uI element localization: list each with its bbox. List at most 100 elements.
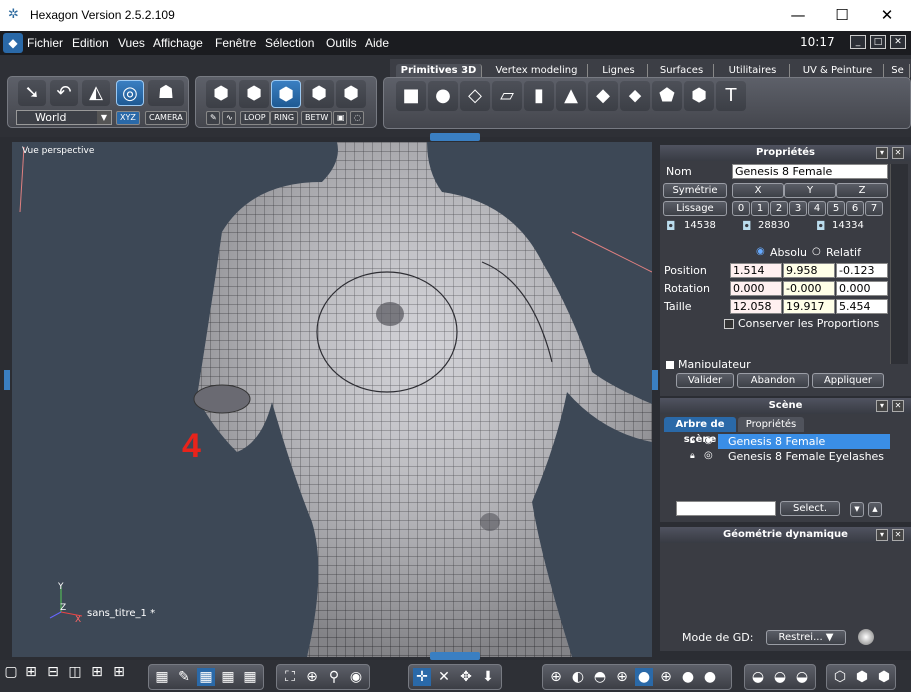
smooth-shade-icon[interactable]: ●	[635, 668, 653, 686]
menu-fenetre[interactable]: Fenêtre	[215, 36, 256, 50]
rotation-x[interactable]: 0.000	[730, 281, 782, 296]
auto-mode-icon[interactable]: ⬢	[336, 80, 366, 108]
tab-primitives-3d[interactable]: Primitives 3D	[396, 64, 482, 78]
layout-quad-icon[interactable]: ⊞	[22, 663, 40, 681]
flat-shade-icon[interactable]: ◓	[591, 668, 609, 686]
layout-split-h-icon[interactable]: ⊟	[44, 663, 62, 681]
zoom-icon[interactable]: ⚲	[325, 668, 343, 686]
layout-single-icon[interactable]: ▢	[2, 663, 20, 681]
lasso-select-icon[interactable]: ↶	[50, 80, 78, 106]
layout-three-icon[interactable]: ⊞	[88, 663, 106, 681]
scene-collapse-icon[interactable]: ▾	[876, 400, 888, 412]
position-z[interactable]: -0.123	[836, 263, 888, 278]
cylinder-primitive-icon[interactable]: ▮	[524, 81, 554, 111]
close-button[interactable]: ✕	[864, 0, 910, 31]
paint-select-icon[interactable]: ◭	[82, 80, 110, 106]
ring-button[interactable]: RING	[270, 111, 299, 125]
cube-logo-icon[interactable]: ◆	[3, 33, 23, 53]
dyngeo-collapse-icon[interactable]: ▾	[876, 529, 888, 541]
position-x[interactable]: 1.514	[730, 263, 782, 278]
level-5-button[interactable]: 5	[827, 201, 845, 216]
grid-color-icon[interactable]: ▦	[241, 668, 259, 686]
icosahedron-primitive-icon[interactable]: ⬢	[684, 81, 714, 111]
rotation-z[interactable]: 0.000	[836, 281, 888, 296]
layout-split-v-icon[interactable]: ◫	[66, 663, 84, 681]
wire-select-icon[interactable]: ∿	[222, 111, 236, 125]
level-7-button[interactable]: 7	[865, 201, 883, 216]
sym-z-button[interactable]: Z	[836, 183, 888, 198]
wire-sphere-icon[interactable]: ⊕	[547, 668, 565, 686]
scene-close-icon[interactable]: ✕	[892, 400, 904, 412]
tab-scene-properties[interactable]: Propriétés	[738, 417, 804, 432]
grid-red-icon[interactable]: ▦	[219, 668, 237, 686]
level-6-button[interactable]: 6	[846, 201, 864, 216]
menu-outils[interactable]: Outils	[326, 36, 357, 50]
loop-button[interactable]: LOOP	[240, 111, 270, 125]
tab-scene-tree[interactable]: Arbre de scène	[664, 417, 736, 445]
camera-button[interactable]: CAMERA	[145, 111, 187, 125]
xyz-button[interactable]: XYZ	[116, 111, 140, 125]
hidden-line-icon[interactable]: ◐	[569, 668, 587, 686]
octahedron-primitive-icon[interactable]: ⬥	[620, 81, 650, 111]
menu-affichage[interactable]: Affichage	[153, 36, 203, 50]
lock-icon-2[interactable]: 🔒︎	[690, 451, 695, 461]
text-primitive-icon[interactable]: T	[716, 81, 746, 111]
size-y[interactable]: 19.917	[783, 299, 835, 314]
snapshot-icon[interactable]: ▦	[153, 668, 171, 686]
left-dock-handle[interactable]	[4, 370, 10, 390]
render-full-icon[interactable]: ◒	[793, 668, 811, 686]
material-2-icon[interactable]: ⬢	[875, 668, 893, 686]
select-arrow-icon[interactable]: ➘	[18, 80, 46, 106]
sphere-primitive-icon[interactable]: ●	[428, 81, 458, 111]
cube-primitive-icon[interactable]: ■	[396, 81, 426, 111]
level-3-button[interactable]: 3	[789, 201, 807, 216]
textured-icon[interactable]: ⊕	[657, 668, 675, 686]
white-sphere-icon[interactable]: ●	[701, 668, 719, 686]
menu-fichier[interactable]: Fichier	[27, 36, 63, 50]
smoothing-button[interactable]: Lissage	[663, 201, 727, 216]
eye-view-icon[interactable]: ◉	[347, 668, 365, 686]
select-button[interactable]: Select.	[780, 501, 840, 516]
app-minimize-icon[interactable]: _	[850, 35, 866, 49]
dark-sphere-icon[interactable]: ●	[679, 668, 697, 686]
fit-view-icon[interactable]: ⛶	[281, 668, 299, 686]
dyngeo-close-icon[interactable]: ✕	[892, 529, 904, 541]
scene-search-input[interactable]	[676, 501, 776, 516]
circle-select-icon[interactable]: ◌	[350, 111, 364, 125]
absolute-radio[interactable]: ◉	[756, 246, 765, 257]
relative-radio[interactable]: ○	[812, 246, 821, 257]
app-close-icon[interactable]: ✕	[890, 35, 906, 49]
scene-item-genesis-8-female[interactable]: Genesis 8 Female	[718, 434, 890, 449]
face-mode-icon[interactable]: ⬢	[239, 80, 269, 108]
dodecahedron-primitive-icon[interactable]: ⬟	[652, 81, 682, 111]
apply-button[interactable]: Appliquer	[812, 373, 884, 388]
tab-vertex-modeling[interactable]: Vertex modeling	[486, 64, 588, 78]
box-view-icon[interactable]: ⬡	[831, 668, 849, 686]
level-0-button[interactable]: 0	[732, 201, 750, 216]
sym-y-button[interactable]: Y	[784, 183, 836, 198]
keep-proportions-checkbox[interactable]	[724, 319, 734, 329]
move-camera-icon[interactable]: ✛	[413, 668, 431, 686]
eye-icon-2[interactable]: ◎	[704, 450, 713, 461]
dyngeo-sphere-icon[interactable]	[858, 629, 874, 645]
top-dock-handle[interactable]	[430, 133, 480, 141]
menu-edition[interactable]: Edition	[72, 36, 109, 50]
symmetry-button[interactable]: Symétrie	[663, 183, 727, 198]
maximize-button[interactable]: ☐	[819, 0, 865, 31]
material-icon[interactable]: ⬢	[853, 668, 871, 686]
plane-primitive-icon[interactable]: ◇	[460, 81, 490, 111]
minimize-button[interactable]: —	[775, 0, 821, 31]
lock-icon[interactable]: 🔒︎	[690, 436, 695, 446]
vertex-mode-icon[interactable]: ⬢	[304, 80, 334, 108]
pyramid-primitive-icon[interactable]: ◆	[588, 81, 618, 111]
validate-button[interactable]: Valider	[676, 373, 734, 388]
dyngeo-mode-select[interactable]: Restrei... ▼	[766, 630, 846, 645]
paint-icon[interactable]: ✎	[175, 668, 193, 686]
position-y[interactable]: 9.958	[783, 263, 835, 278]
menu-aide[interactable]: Aide	[365, 36, 389, 50]
rotate-camera-icon[interactable]: ✕	[435, 668, 453, 686]
level-2-button[interactable]: 2	[770, 201, 788, 216]
close-panel-icon[interactable]: ✕	[892, 147, 904, 159]
abandon-button[interactable]: Abandon	[737, 373, 809, 388]
coord-space-select[interactable]: World ▼	[16, 110, 112, 125]
